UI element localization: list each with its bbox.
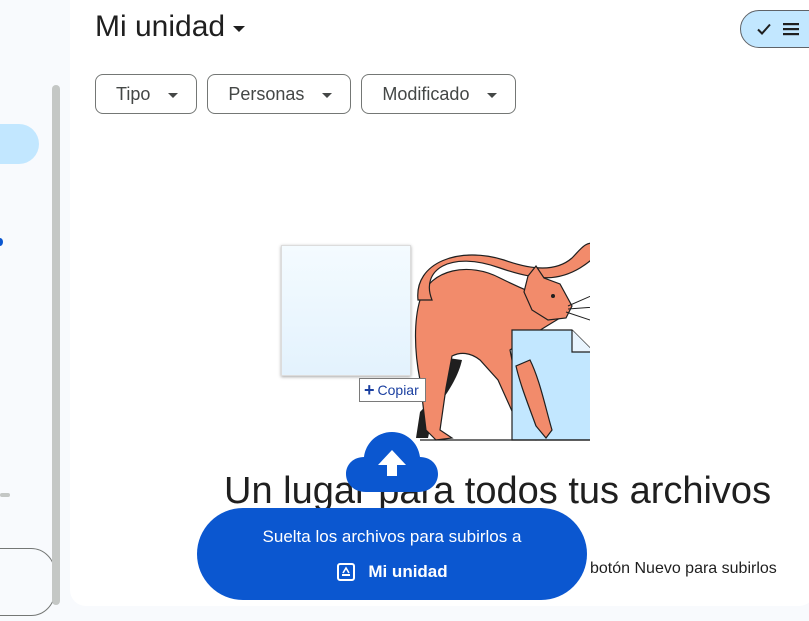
caret-down-icon <box>487 92 498 98</box>
caret-down-icon <box>233 26 246 32</box>
drive-folder-icon <box>337 563 356 581</box>
sidebar-item-my-drive-active[interactable] <box>0 124 39 164</box>
drop-banner-destination: Mi unidad <box>197 562 587 582</box>
copy-tooltip-label: Copiar <box>377 382 419 398</box>
empty-state-subtext: botón Nuevo para subirlos <box>590 560 777 577</box>
filter-modified-chip[interactable]: Modificado <box>361 74 517 114</box>
upload-cloud-icon <box>346 432 438 492</box>
view-toggle-button[interactable] <box>740 10 809 48</box>
list-view-icon <box>783 23 799 36</box>
drop-upload-banner: Suelta los archivos para subirlos a Mi u… <box>197 508 587 600</box>
filter-type-label: Tipo <box>116 83 151 104</box>
check-icon <box>757 23 771 35</box>
filter-modified-label: Modificado <box>382 83 470 104</box>
page-title: Mi unidad <box>95 10 226 43</box>
copy-tooltip: + Copiar <box>359 378 426 402</box>
filter-type-chip[interactable]: Tipo <box>95 74 198 114</box>
filter-people-label: Personas <box>228 83 305 104</box>
drop-banner-message: Suelta los archivos para subirlos a <box>262 527 522 546</box>
caret-down-icon <box>168 92 179 98</box>
get-more-storage-button[interactable] <box>0 548 55 616</box>
sidebar <box>0 0 70 621</box>
sidebar-scrollbar[interactable] <box>52 85 60 605</box>
filter-people-chip[interactable]: Personas <box>207 74 352 114</box>
sidebar-indicator-dot <box>0 238 3 246</box>
dragged-file-ghost <box>281 245 411 376</box>
storage-progress-bar <box>0 493 10 497</box>
caret-down-icon <box>322 92 333 98</box>
page-title-dropdown[interactable]: Mi unidad <box>95 10 246 44</box>
filter-chips: Tipo Personas Modificado <box>95 74 517 114</box>
empty-state-headline: Un lugar para todos tus archivos <box>224 470 772 512</box>
plus-icon: + <box>364 380 375 400</box>
drop-banner-destination-label: Mi unidad <box>368 562 448 581</box>
